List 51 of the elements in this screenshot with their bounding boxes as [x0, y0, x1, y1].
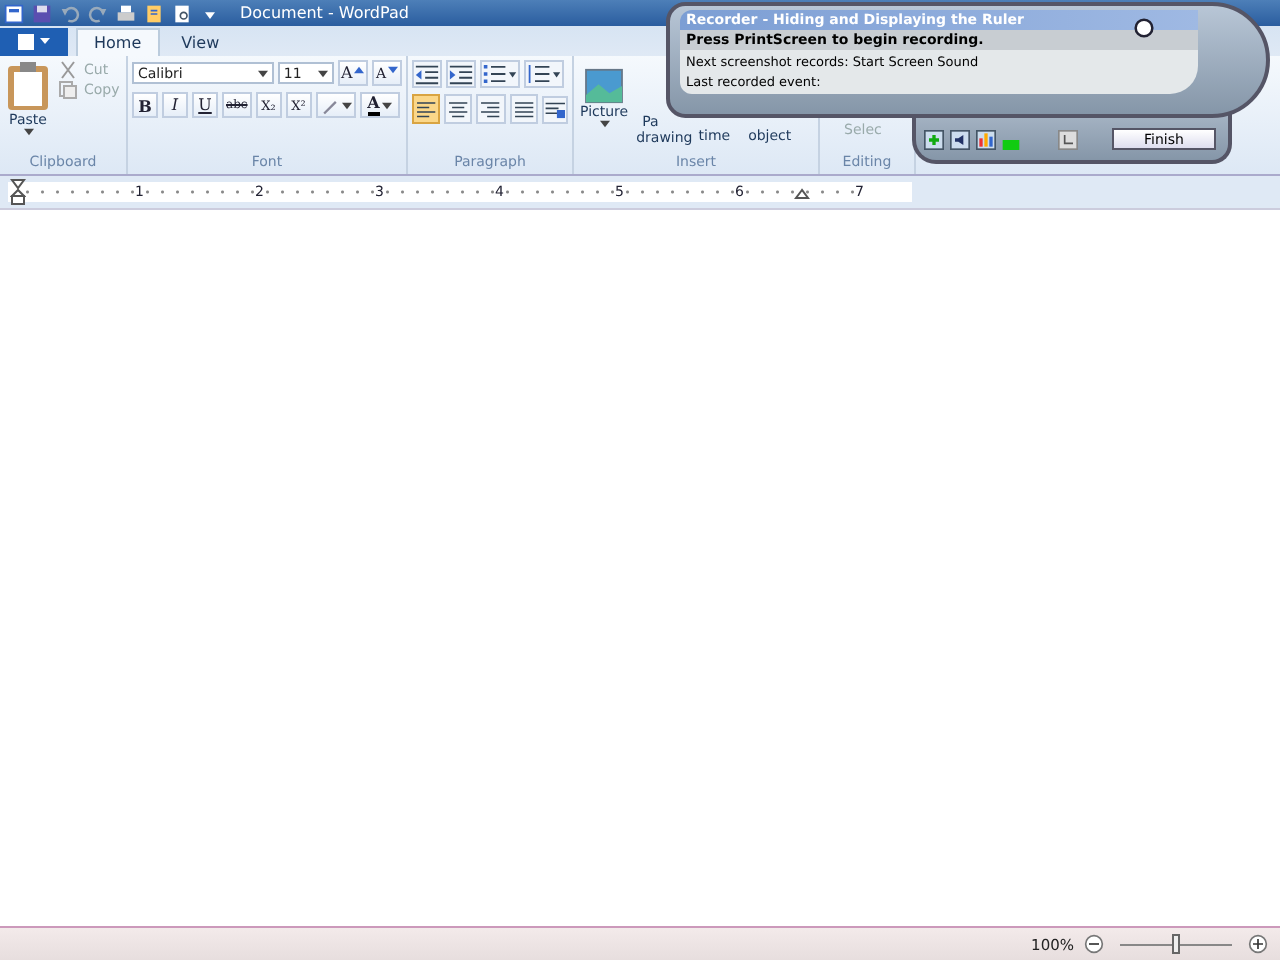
- undo-icon[interactable]: [60, 3, 80, 23]
- right-indent-marker-icon[interactable]: [794, 188, 810, 200]
- document-icon[interactable]: [144, 3, 164, 23]
- landscape-picture-icon: [584, 68, 625, 104]
- down-arrow-icon: [388, 66, 399, 74]
- zoom-in-icon[interactable]: [1248, 934, 1268, 954]
- save-icon[interactable]: [32, 3, 52, 23]
- app-icon: [4, 3, 24, 23]
- align-right-icon[interactable]: [476, 94, 506, 124]
- print-icon[interactable]: [116, 3, 136, 23]
- caret-icon: [257, 69, 268, 77]
- increase-indent-icon[interactable]: [446, 60, 476, 88]
- app-menu-button[interactable]: [0, 28, 68, 56]
- circle-icon[interactable]: [1134, 18, 1154, 38]
- copy-icon: [58, 80, 78, 100]
- paragraph-icon[interactable]: [541, 95, 568, 123]
- bar-chart-icon[interactable]: [976, 129, 996, 149]
- highlighter-icon: [319, 95, 340, 115]
- caret-icon: [381, 101, 392, 109]
- ribbon-tab[interactable]: View: [163, 28, 238, 56]
- preview-icon[interactable]: [172, 3, 192, 23]
- line-spacing-icon[interactable]: [524, 60, 564, 88]
- bullet-list-icon[interactable]: [480, 60, 520, 88]
- scissors-icon: [58, 60, 78, 80]
- level-indicator-icon: [1002, 139, 1020, 149]
- clipboard-icon: [6, 60, 50, 112]
- font-style-button[interactable]: U: [192, 92, 218, 118]
- restore-icon[interactable]: [1058, 129, 1078, 149]
- up-arrow-icon: [354, 66, 365, 74]
- font-style-button[interactable]: I: [162, 92, 188, 118]
- justify-icon[interactable]: [509, 94, 538, 124]
- align-center-icon[interactable]: [444, 94, 473, 124]
- font-style-button[interactable]: B: [132, 92, 158, 118]
- decrease-indent-icon[interactable]: [412, 60, 442, 88]
- add-screenshot-icon[interactable]: [924, 129, 944, 149]
- highlight-button[interactable]: [315, 92, 356, 118]
- caret-icon: [599, 120, 610, 128]
- window-title: Document - WordPad: [240, 4, 409, 22]
- zoom-out-icon[interactable]: [1084, 934, 1104, 954]
- align-left-icon[interactable]: [412, 94, 441, 124]
- speaker-icon[interactable]: [950, 129, 970, 149]
- caret-icon: [341, 101, 352, 109]
- ribbon-tab[interactable]: Home: [76, 28, 160, 56]
- caret-icon: [317, 69, 328, 77]
- indent-marker-icon[interactable]: [10, 178, 26, 206]
- grow-font-button[interactable]: A: [337, 60, 369, 86]
- redo-icon[interactable]: [88, 3, 108, 23]
- zoom-slider-thumb[interactable]: [1172, 933, 1180, 953]
- caret-icon: [23, 128, 33, 136]
- font-color-button[interactable]: A: [359, 92, 400, 118]
- menu-icon: [18, 34, 50, 50]
